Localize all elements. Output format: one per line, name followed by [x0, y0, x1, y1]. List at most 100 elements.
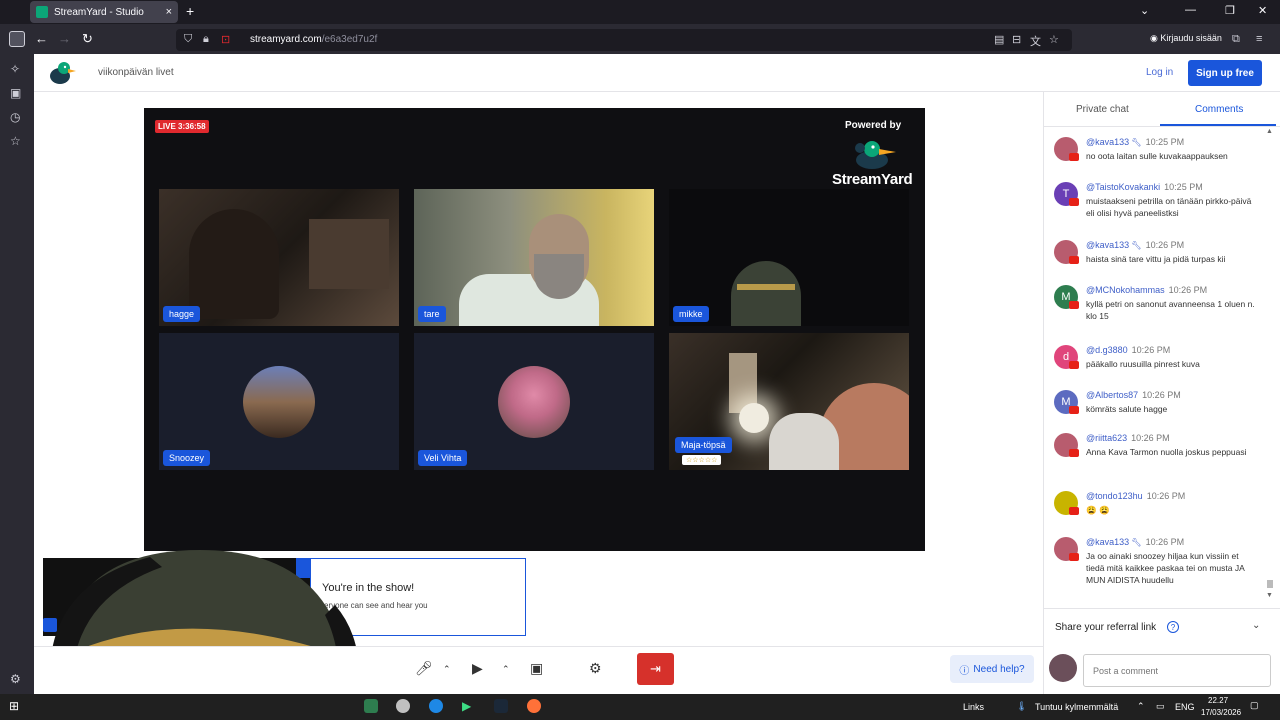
participant-shirt	[769, 413, 839, 470]
comment-time: 10:26 PM	[1145, 537, 1185, 547]
tab-list-icon[interactable]: ⌄	[1140, 4, 1149, 17]
youtube-icon	[1069, 153, 1079, 161]
clock-time[interactable]: 22.27	[1208, 696, 1228, 705]
clock-date[interactable]: 17/03/2026	[1201, 708, 1241, 717]
permissions-icon[interactable]: ⊡	[221, 33, 230, 46]
windows-start-icon[interactable]: ⊞	[9, 699, 19, 713]
post-comment-input[interactable]	[1083, 654, 1271, 687]
settings-gear-icon[interactable]: ⚙	[589, 660, 602, 677]
streamyard-wordmark: StreamYard	[832, 171, 913, 188]
browser-sidebar: ✧ ▣ ◷ ☆ ⚙	[0, 54, 34, 694]
moderator-wrench-icon: 🔧︎	[1129, 538, 1142, 547]
login-link[interactable]: Log in	[1146, 67, 1173, 78]
tab-close-icon[interactable]: ×	[166, 6, 172, 18]
sidebar-toggle-icon[interactable]	[9, 31, 25, 47]
app-icon-player[interactable]: ▶	[462, 699, 471, 713]
pocket-icon[interactable]: ⊟	[1012, 33, 1021, 46]
notifications-icon[interactable]: ▢	[1250, 700, 1259, 711]
comment-time: 10:26 PM	[1131, 345, 1171, 355]
back-arrow-icon[interactable]: ←	[35, 31, 48, 46]
comment-text: kyllä petri on sanonut avanneensa 1 olue…	[1086, 299, 1255, 321]
participant-name-tag: hagge	[163, 306, 201, 322]
youtube-icon	[1069, 553, 1079, 561]
microphone-icon[interactable]: 🎤︎	[415, 660, 433, 677]
tray-chevron-icon[interactable]: ⌃	[1137, 701, 1145, 712]
youtube-icon	[1069, 361, 1079, 369]
broadcast-name: viikonpäivän livet	[98, 67, 174, 78]
network-icon[interactable]: ▭	[1156, 701, 1165, 712]
comments-scrollbar[interactable]: ▲ ▼	[1266, 128, 1274, 604]
participant-figure	[189, 209, 279, 319]
app-icon-settings[interactable]	[396, 699, 410, 713]
bookmarks-icon[interactable]: ☆	[10, 134, 21, 148]
comment-header: @TaistoKovakanki 10:25 PM	[1086, 182, 1203, 192]
comment-header: @tondo123hu 10:26 PM	[1086, 491, 1185, 501]
share-referral-link[interactable]: Share your referral link	[1055, 622, 1156, 633]
comment-time: 10:26 PM	[1142, 390, 1181, 400]
broadcast-stage	[144, 108, 925, 551]
comment-time: 10:26 PM	[1146, 491, 1186, 501]
scrollbar-thumb[interactable]	[1267, 580, 1273, 588]
tab-private-chat[interactable]: Private chat	[1076, 104, 1129, 115]
window-close-button[interactable]: ✕	[1258, 4, 1267, 17]
reload-icon[interactable]: ↻	[82, 31, 93, 47]
synced-tabs-icon[interactable]: ▣	[10, 86, 21, 100]
leave-studio-button[interactable]: ⇥	[637, 653, 674, 685]
participant-name-tag: tare	[418, 306, 446, 322]
tab-title: StreamYard - Studio	[54, 6, 144, 18]
browser-tab[interactable]: StreamYard - Studio ×	[30, 1, 178, 23]
powered-by-text: Powered by	[845, 120, 902, 131]
participant-video-tile[interactable]	[414, 189, 654, 326]
app-icon-edge[interactable]	[429, 699, 443, 713]
extensions-icon[interactable]: ⧉	[1232, 33, 1240, 46]
app-icon-steam[interactable]	[494, 699, 508, 713]
app-icon-obs[interactable]	[364, 699, 378, 713]
comment-text: no oota laitan sulle kuvakaappauksen	[1086, 151, 1228, 161]
comment-header: @MCNokohammas 10:26 PM	[1086, 285, 1207, 295]
camera-options-chevron-icon[interactable]: ⌃	[502, 664, 510, 675]
participant-avatar	[243, 366, 315, 438]
need-help-button[interactable]: ⓘ Need help?	[950, 655, 1034, 683]
maximize-button[interactable]: ❐	[1225, 4, 1235, 17]
links-toolbar[interactable]: Links	[963, 702, 984, 712]
minimize-button[interactable]: —	[1185, 4, 1196, 16]
moderator-wrench-icon: 🔧︎	[1129, 241, 1142, 250]
screen-share-icon[interactable]: ▣	[530, 660, 543, 677]
tab-comments[interactable]: Comments	[1195, 104, 1243, 115]
participant-name-tag: Veli Vihta	[418, 450, 468, 466]
new-tab-button[interactable]: +	[186, 3, 194, 19]
weather-text[interactable]: Tuntuu kylmemmältä	[1035, 702, 1118, 712]
help-question-icon: ⓘ	[959, 665, 970, 677]
menu-icon[interactable]: ≡	[1256, 33, 1262, 45]
shield-icon[interactable]: ⛉	[184, 33, 192, 46]
mic-options-chevron-icon[interactable]: ⌃	[443, 664, 451, 675]
signup-button[interactable]: Sign up free	[1188, 60, 1262, 86]
account-signin-button[interactable]: ◉ Kirjaudu sisään	[1150, 33, 1222, 44]
history-icon[interactable]: ◷	[10, 110, 20, 124]
ai-sparkle-icon[interactable]: ✧	[10, 62, 20, 76]
bookmark-star-icon[interactable]: ☆	[1049, 33, 1059, 46]
background-shelf	[309, 219, 389, 289]
comment-username: @kava133	[1086, 240, 1130, 250]
comment-username: @kava133	[1086, 137, 1130, 147]
app-icon-firefox[interactable]	[527, 699, 541, 713]
referral-help-icon[interactable]: ?	[1167, 621, 1179, 633]
comment-username: @riitta623	[1086, 433, 1128, 443]
reader-view-icon[interactable]: ▤	[994, 33, 1004, 46]
participant-beanie	[731, 261, 801, 326]
camera-icon[interactable]: ▶	[472, 660, 483, 677]
comment-username: @d.g3880	[1086, 345, 1128, 355]
translate-icon[interactable]: 文	[1030, 33, 1041, 49]
comment-time: 10:25 PM	[1145, 137, 1185, 147]
commenter-avatar	[1049, 654, 1077, 682]
settings-gear-icon[interactable]: ⚙	[10, 672, 21, 686]
help-label: Need help?	[973, 663, 1025, 675]
url-text[interactable]: streamyard.com/e6a3ed7u2f	[250, 34, 377, 45]
lock-icon[interactable]: 🔒︎	[203, 33, 209, 46]
language-indicator[interactable]: ENG	[1175, 702, 1195, 712]
chevron-down-icon[interactable]: ⌄	[1252, 620, 1260, 631]
signin-label: Kirjaudu sisään	[1160, 33, 1222, 43]
forward-arrow-icon[interactable]: →	[58, 31, 71, 46]
comment-time: 10:26 PM	[1145, 240, 1185, 250]
comment-username: @Albertos87	[1086, 390, 1139, 400]
